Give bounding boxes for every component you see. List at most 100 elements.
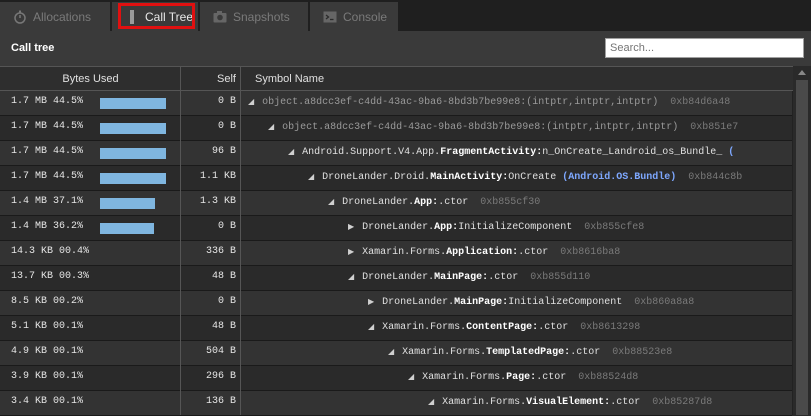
bytes-usage-bar [100,223,154,234]
symbol-class: FragmentActivity: [440,147,543,158]
symbol-class: Application: [446,247,519,258]
tab-snapshots[interactable]: Snapshots [200,2,308,31]
symbol-method: OnCreate [508,172,557,183]
symbol-address: 0xb855d110 [530,272,591,283]
expanded-triangle-icon[interactable]: ◢ [308,172,314,181]
column-divider[interactable] [240,66,241,415]
symbol-name-cell: ▶ DroneLander.App:InitializeComponent 0xb8… [348,216,792,240]
symbol-method: .ctor [610,397,641,408]
scroll-up-arrow-icon[interactable] [798,70,806,75]
table-row[interactable]: 1.4 MB 37.1% 1.3 KB ◢ DroneLander.App:.ctor… [0,191,792,216]
symbol-namespace: Xamarin.Forms. [382,322,467,333]
symbol-namespace: DroneLander. [362,222,435,233]
symbol-address: 0xb88524d8 [578,372,639,383]
symbol-address: 0xb844c8b [688,172,743,183]
tab-label: Snapshots [233,9,290,24]
bytes-used-value: 3.4 KB 00.1% [11,396,84,407]
symbol-class: App: [414,197,439,208]
expanded-triangle-icon[interactable]: ◢ [388,347,394,356]
tab-allocations[interactable]: Allocations [0,2,110,31]
bytes-used-value: 5.1 KB 00.1% [11,321,84,332]
bytes-used-value: 8.5 KB 00.2% [11,296,84,307]
tab-console[interactable]: Console [310,2,398,31]
symbol-class: Page: [506,372,537,383]
symbol-name-cell: ◢ Xamarin.Forms.VisualElement:.ctor 0xb852… [428,391,792,415]
symbol-text: object.a8dcc3ef-c4dd-43ac-9ba6-8bd3b7be9… [282,122,679,133]
table-row[interactable]: 13.7 KB 00.3% 48 B ◢ DroneLander.MainPage:.… [0,266,792,291]
expanded-triangle-icon[interactable]: ◢ [348,272,354,281]
search-input[interactable] [605,38,804,58]
bytes-used-value: 13.7 KB 00.3% [11,271,90,282]
collapsed-triangle-icon[interactable]: ▶ [348,247,354,256]
collapsed-triangle-icon[interactable]: ▶ [348,222,354,231]
expanded-triangle-icon[interactable]: ◢ [328,197,334,206]
table-row[interactable]: 4.9 KB 00.1% 504 B ◢ Xamarin.Forms.Template… [0,341,792,366]
symbol-method: .ctor [438,197,469,208]
self-value: 1.1 KB [199,171,236,182]
bytes-usage-bar [100,173,166,184]
table-row[interactable]: 5.1 KB 00.1% 48 B ◢ Xamarin.Forms.ContentPa… [0,316,792,341]
symbol-name-cell: ◢ Xamarin.Forms.TemplatedPage:.ctor 0xb885… [388,341,792,365]
expanded-triangle-icon[interactable]: ◢ [368,322,374,331]
table-row[interactable]: 1.7 MB 44.5% 1.1 KB ◢ DroneLander.Droid.Mai… [0,166,792,191]
scrollbar-thumb[interactable] [796,80,808,415]
symbol-name-cell: ◢ DroneLander.Droid.MainActivity:OnCreate… [308,166,792,190]
column-header-symbol[interactable]: Symbol Name [255,67,324,91]
bytes-used-value: 14.3 KB 00.4% [11,246,90,257]
symbol-namespace: DroneLander. [382,297,455,308]
console-icon [322,9,338,25]
table-row[interactable]: 14.3 KB 00.4% 336 B ▶ Xamarin.Forms.Applica… [0,241,792,266]
bytes-usage-bar [100,98,166,109]
symbol-method: InitializeComponent [458,222,573,233]
table-row[interactable]: 1.7 MB 44.5% 96 B ◢ Android.Support.V4.App.… [0,141,792,166]
symbol-method: .ctor [570,347,601,358]
bytes-used-value: 1.7 MB 44.5% [11,121,84,132]
column-header-bytes[interactable]: Bytes Used [0,67,181,91]
table-row[interactable]: 3.4 KB 00.1% 136 B ◢ Xamarin.Forms.VisualEl… [0,391,792,416]
bytes-used-value: 4.9 KB 00.1% [11,346,84,357]
table-row[interactable]: 1.7 MB 44.5% 0 B ◢ object.a8dcc3ef-c4dd-43a… [0,91,792,116]
self-value: 48 B [211,271,236,282]
expanded-triangle-icon[interactable]: ◢ [288,147,294,156]
symbol-name-cell: ▶ Xamarin.Forms.Application:.ctor 0xb8616b… [348,241,792,265]
self-value: 0 B [217,96,236,107]
symbol-name-cell: ◢ object.a8dcc3ef-c4dd-43ac-9ba6-8bd3b7be… [268,116,792,140]
tab-highlight-box [118,3,195,29]
table-row[interactable]: 3.9 KB 00.1% 296 B ◢ Xamarin.Forms.Page:.ct… [0,366,792,391]
expanded-triangle-icon[interactable]: ◢ [408,372,414,381]
symbol-method: .ctor [518,247,549,258]
table-row[interactable]: 1.7 MB 44.5% 0 B ◢ object.a8dcc3ef-c4dd-43a… [0,116,792,141]
symbol-namespace: Xamarin.Forms. [362,247,447,258]
expanded-triangle-icon[interactable]: ◢ [268,122,274,131]
table-row[interactable]: 1.4 MB 36.2% 0 B ▶ DroneLander.App:Initiali… [0,216,792,241]
self-value: 48 B [211,321,236,332]
symbol-address: 0xb855cf30 [480,197,541,208]
symbol-class: MainActivity: [430,172,509,183]
expanded-triangle-icon[interactable]: ◢ [428,397,434,406]
symbol-class: MainPage: [434,272,489,283]
tab-bar: Allocations Call Tree Snapshots Console [0,0,811,31]
table-header: Bytes Used Self Symbol Name [0,66,811,91]
symbol-class: ContentPage: [466,322,539,333]
symbol-namespace: DroneLander.Droid. [322,172,431,183]
symbol-name-cell: ◢ DroneLander.MainPage:.ctor 0xb855d110 [348,266,792,290]
symbol-name-cell: ◢ Xamarin.Forms.Page:.ctor 0xb88524d8 [408,366,792,390]
column-header-self[interactable]: Self [182,67,236,91]
symbol-address: 0xb8613298 [580,322,641,333]
collapsed-triangle-icon[interactable]: ▶ [368,297,374,306]
vertical-scrollbar[interactable] [793,66,811,415]
table-row[interactable]: 8.5 KB 00.2% 0 B ▶ DroneLander.MainPage:Ini… [0,291,792,316]
column-divider[interactable] [180,66,181,415]
bytes-usage-bar [100,123,166,134]
symbol-namespace: DroneLander. [342,197,415,208]
symbol-address: 0xb84d6a48 [670,97,731,108]
symbol-address: 0xb860a8a8 [634,297,695,308]
self-value: 0 B [217,221,236,232]
symbol-address: 0xb855cfe8 [584,222,645,233]
symbol-name-cell: ◢ object.a8dcc3ef-c4dd-43ac-9ba6-8bd3b7be… [248,91,792,115]
expanded-triangle-icon[interactable]: ◢ [248,97,254,106]
self-value: 296 B [205,371,236,382]
symbol-namespace: Android.Support.V4.App. [302,147,441,158]
camera-icon [212,9,228,25]
symbol-method: n_OnCreate_Landroid_os_Bundle_ [542,147,723,158]
